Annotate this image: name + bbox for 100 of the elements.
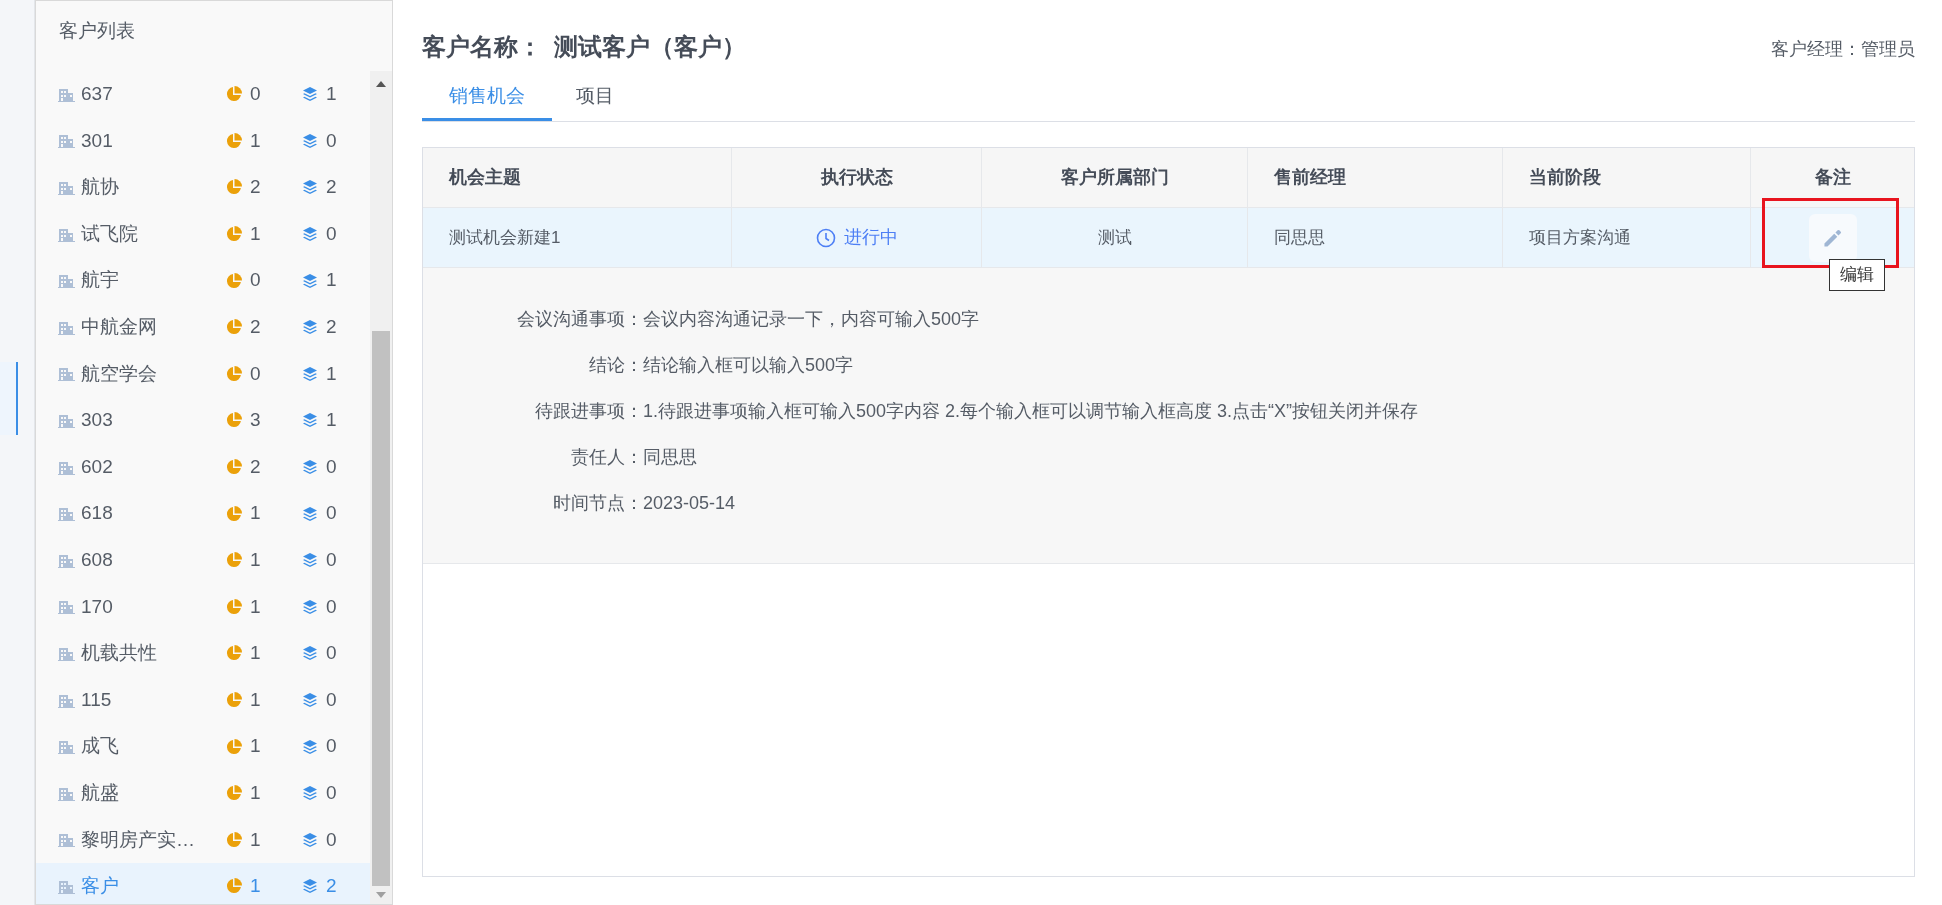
layers-icon bbox=[302, 831, 318, 848]
customer-item[interactable]: 115 1 0 bbox=[36, 676, 370, 724]
customer-item[interactable]: 航空学会 0 1 bbox=[36, 350, 370, 398]
status-text: 进行中 bbox=[843, 226, 898, 249]
customer-item[interactable]: 618 1 0 bbox=[36, 490, 370, 537]
column-header: 售前经理 bbox=[1274, 166, 1346, 189]
opportunity-count: 0 bbox=[250, 82, 262, 107]
layers-icon bbox=[302, 412, 318, 429]
opportunity-count: 0 bbox=[250, 268, 262, 293]
tab[interactable]: 销售机会 bbox=[422, 75, 552, 121]
project-count: 1 bbox=[326, 268, 337, 293]
opportunity-count: 1 bbox=[250, 128, 262, 153]
opportunity-count: 1 bbox=[250, 594, 262, 619]
pie-chart-icon bbox=[226, 179, 242, 196]
customer-item[interactable]: 试飞院 1 0 bbox=[36, 210, 370, 258]
layers-icon bbox=[302, 878, 318, 895]
project-count: 0 bbox=[326, 501, 337, 526]
column-header: 备注 bbox=[1814, 166, 1851, 189]
layers-icon bbox=[302, 319, 318, 336]
pie-chart-icon bbox=[226, 365, 242, 382]
customer-name: 试飞院 bbox=[81, 221, 139, 246]
opportunity-count: 1 bbox=[250, 687, 262, 712]
customer-item[interactable]: 303 3 1 bbox=[36, 397, 370, 444]
layers-icon bbox=[302, 785, 318, 802]
building-icon bbox=[58, 133, 75, 149]
customer-name: 637 bbox=[81, 82, 114, 107]
customer-item[interactable]: 170 1 0 bbox=[36, 583, 370, 631]
detail-label: 待跟进事项： bbox=[534, 399, 643, 423]
pie-chart-icon bbox=[226, 738, 242, 755]
tab[interactable]: 项目 bbox=[552, 75, 638, 121]
detail-value: 2023-05-14 bbox=[643, 491, 736, 515]
pie-chart-icon bbox=[226, 831, 242, 848]
customer-item[interactable]: 航宇 0 1 bbox=[36, 257, 370, 304]
customer-item[interactable]: 航盛 1 0 bbox=[36, 769, 370, 817]
layers-icon bbox=[302, 272, 318, 289]
customer-name-title: 测试客户（客户） bbox=[554, 32, 746, 62]
opportunity-count: 1 bbox=[250, 548, 262, 572]
clock-icon bbox=[815, 227, 836, 248]
scroll-up-icon[interactable] bbox=[376, 81, 386, 87]
edit-button[interactable] bbox=[1808, 213, 1857, 262]
customer-name: 航空学会 bbox=[81, 361, 158, 386]
building-icon bbox=[58, 459, 75, 475]
opportunity-count: 2 bbox=[250, 175, 262, 200]
pie-chart-icon bbox=[226, 412, 242, 429]
opportunity-count: 2 bbox=[250, 315, 262, 339]
detail-value: 同思思 bbox=[643, 445, 697, 469]
customer-item[interactable]: 成飞 1 0 bbox=[36, 723, 370, 770]
pie-chart-icon bbox=[226, 692, 242, 708]
detail-label: 会议沟通事项： bbox=[516, 307, 643, 331]
opportunity-count: 0 bbox=[250, 361, 262, 386]
project-count: 2 bbox=[326, 315, 337, 339]
project-count: 0 bbox=[326, 594, 337, 619]
project-count: 0 bbox=[326, 128, 337, 153]
customer-item[interactable]: 黎明房产实… 1 0 bbox=[36, 816, 370, 864]
building-icon bbox=[58, 878, 75, 894]
customer-name: 航宇 bbox=[81, 268, 120, 293]
pie-chart-icon bbox=[226, 86, 242, 103]
opportunity-count: 1 bbox=[250, 641, 262, 666]
project-count: 1 bbox=[326, 82, 337, 107]
layers-icon bbox=[302, 179, 318, 196]
customer-name: 170 bbox=[81, 594, 114, 619]
scroll-down-icon[interactable] bbox=[376, 892, 386, 898]
customer-name: 115 bbox=[81, 687, 113, 712]
detail-value: 结论输入框可以输入500字 bbox=[643, 353, 854, 377]
building-icon bbox=[58, 226, 75, 242]
customer-item[interactable]: 航协 2 2 bbox=[36, 164, 370, 211]
layers-icon bbox=[302, 365, 318, 382]
pie-chart-icon bbox=[226, 319, 242, 336]
opportunity-count: 1 bbox=[250, 780, 262, 805]
customer-item[interactable]: 中航金网 2 2 bbox=[36, 303, 370, 351]
pie-chart-icon bbox=[226, 878, 242, 895]
account-manager: 客户经理：管理员 bbox=[1771, 38, 1915, 61]
opportunity-count: 2 bbox=[250, 454, 262, 479]
building-icon bbox=[58, 366, 75, 382]
pie-chart-icon bbox=[226, 505, 242, 522]
building-icon bbox=[58, 645, 75, 661]
building-icon bbox=[58, 552, 75, 568]
project-count: 1 bbox=[326, 361, 337, 386]
building-icon bbox=[58, 273, 75, 289]
detail-value: 会议内容沟通记录一下，内容可输入500字 bbox=[643, 307, 980, 331]
project-count: 0 bbox=[326, 827, 337, 852]
table-cell-text: 项目方案沟通 bbox=[1529, 226, 1631, 249]
scrollbar-thumb[interactable] bbox=[372, 331, 390, 886]
pie-chart-icon bbox=[226, 459, 242, 476]
sidebar-title: 客户列表 bbox=[59, 18, 135, 43]
layers-icon bbox=[302, 692, 318, 708]
project-count: 0 bbox=[326, 780, 337, 805]
project-count: 0 bbox=[326, 734, 337, 759]
layers-icon bbox=[302, 645, 318, 662]
customer-item[interactable]: 机载共性 1 0 bbox=[36, 630, 370, 677]
scrollbar[interactable] bbox=[370, 71, 392, 904]
customer-item[interactable]: 602 2 0 bbox=[36, 443, 370, 491]
customer-name: 301 bbox=[81, 128, 114, 153]
building-icon bbox=[58, 180, 75, 195]
customer-item[interactable]: 637 0 1 bbox=[36, 71, 370, 118]
customer-item[interactable]: 608 1 0 bbox=[36, 536, 370, 584]
layers-icon bbox=[302, 598, 318, 615]
customer-item[interactable]: 301 1 0 bbox=[36, 117, 370, 165]
pie-chart-icon bbox=[226, 552, 242, 569]
customer-name: 成飞 bbox=[81, 734, 120, 759]
